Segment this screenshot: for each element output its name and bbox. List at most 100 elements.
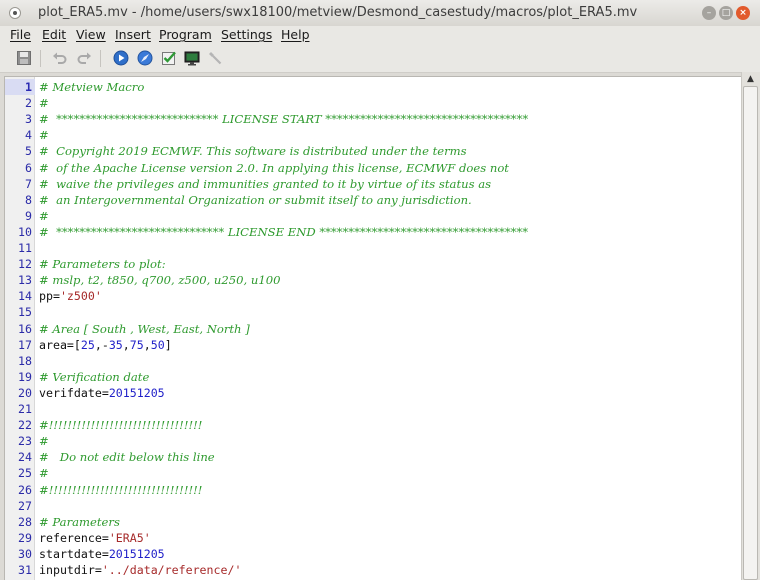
undo-icon[interactable] bbox=[52, 50, 68, 66]
code-line[interactable]: 2 # bbox=[5, 95, 741, 111]
menu-file[interactable]: File bbox=[10, 27, 31, 42]
line-number: 17 bbox=[18, 337, 32, 352]
code-line[interactable]: 8 # an Intergovernmental Organization or … bbox=[5, 192, 741, 208]
run-icon[interactable] bbox=[113, 50, 129, 66]
menu-help[interactable]: Help bbox=[281, 27, 310, 42]
code-token: # bbox=[39, 208, 49, 223]
code-line[interactable]: 7 # waive the privileges and immunities g… bbox=[5, 176, 741, 192]
code-text: startdate=20151205 bbox=[39, 546, 165, 562]
line-number: 22 bbox=[18, 418, 32, 433]
menu-view[interactable]: View bbox=[76, 27, 106, 42]
code-text: # bbox=[39, 95, 49, 111]
scrollbar-thumb[interactable] bbox=[743, 86, 758, 580]
code-token: ] bbox=[164, 337, 172, 352]
code-line[interactable]: 15 bbox=[5, 304, 741, 320]
code-line[interactable]: 12 # Parameters to plot: bbox=[5, 256, 741, 272]
code-line[interactable]: 18 bbox=[5, 353, 741, 369]
code-token: '../data/reference/' bbox=[101, 563, 242, 577]
code-text: # Parameters to plot: bbox=[39, 256, 166, 272]
compass-icon[interactable] bbox=[137, 50, 153, 66]
code-token: # an Intergovernmental Organization or s… bbox=[39, 192, 472, 207]
code-token: # bbox=[39, 128, 49, 143]
code-line[interactable]: 28 # Parameters bbox=[5, 514, 741, 530]
code-line[interactable]: 20 verifdate=20151205 bbox=[5, 385, 741, 401]
code-text: # bbox=[39, 208, 49, 224]
title-bar: plot_ERA5.mv - /home/users/swx18100/metv… bbox=[0, 0, 760, 27]
code-text: # waive the privileges and immunities gr… bbox=[39, 176, 491, 192]
code-line[interactable]: 30 startdate=20151205 bbox=[5, 546, 741, 562]
code-line[interactable]: 22 #!!!!!!!!!!!!!!!!!!!!!!!!!!!!!!!!! bbox=[5, 417, 741, 433]
code-token: # bbox=[39, 434, 49, 449]
redo-icon[interactable] bbox=[76, 50, 92, 66]
line-number: 4 bbox=[25, 128, 32, 143]
code-token: # bbox=[39, 466, 49, 481]
code-line[interactable]: 24 # Do not edit below this line bbox=[5, 449, 741, 465]
line-number: 6 bbox=[25, 160, 32, 175]
maximize-button[interactable]: □ bbox=[719, 6, 733, 20]
code-token: # Metview Macro bbox=[39, 80, 145, 94]
code-token: 20151205 bbox=[108, 385, 165, 400]
code-line[interactable]: 4 # bbox=[5, 127, 741, 143]
app-icon bbox=[9, 7, 21, 19]
code-token: inputdir= bbox=[39, 563, 102, 577]
menu-insert[interactable]: Insert bbox=[115, 27, 151, 42]
code-token: startdate= bbox=[39, 546, 109, 561]
line-number: 20 bbox=[18, 385, 32, 400]
code-line[interactable]: 29 reference='ERA5' bbox=[5, 530, 741, 546]
menu-program[interactable]: Program bbox=[159, 27, 212, 42]
monitor-icon[interactable] bbox=[184, 50, 200, 66]
close-button[interactable]: × bbox=[736, 6, 750, 20]
toolbar bbox=[0, 45, 760, 73]
code-line[interactable]: 9 # bbox=[5, 208, 741, 224]
code-text: # an Intergovernmental Organization or s… bbox=[39, 192, 472, 208]
scroll-up-arrow[interactable]: ▲ bbox=[745, 74, 756, 84]
code-token: 35 bbox=[108, 337, 123, 352]
line-number: 5 bbox=[25, 144, 32, 159]
code-line[interactable]: 26 #!!!!!!!!!!!!!!!!!!!!!!!!!!!!!!!!! bbox=[5, 482, 741, 498]
code-editor[interactable]: 1 # Metview Macro 2 #3 # *******************… bbox=[4, 76, 741, 580]
code-line[interactable]: 25 # bbox=[5, 465, 741, 481]
menu-settings[interactable]: Settings bbox=[221, 27, 272, 42]
code-line[interactable]: 5 # Copyright 2019 ECMWF. This software i… bbox=[5, 143, 741, 159]
code-line[interactable]: 11 bbox=[5, 240, 741, 256]
code-line[interactable]: 14 pp='z500' bbox=[5, 288, 741, 304]
code-line[interactable]: 3 # **************************** LICENSE … bbox=[5, 111, 741, 127]
window-title: plot_ERA5.mv - /home/users/swx18100/metv… bbox=[38, 5, 638, 20]
code-text: # Copyright 2019 ECMWF. This software is… bbox=[39, 143, 467, 159]
check-icon[interactable] bbox=[161, 50, 177, 66]
line-number: 3 bbox=[25, 112, 32, 127]
code-line[interactable]: 6 # of the Apache License version 2.0. In… bbox=[5, 160, 741, 176]
code-text: reference='ERA5' bbox=[39, 530, 151, 546]
line-number: 16 bbox=[18, 321, 32, 336]
toolbar-separator bbox=[40, 50, 41, 67]
line-number: 29 bbox=[18, 530, 32, 545]
code-line[interactable]: 23 # bbox=[5, 433, 741, 449]
line-number: 24 bbox=[18, 450, 32, 465]
code-token: reference= bbox=[39, 530, 109, 545]
code-line[interactable]: 27 bbox=[5, 498, 741, 514]
code-line[interactable]: 17 area=[25,-35,75,50] bbox=[5, 337, 741, 353]
line-number: 26 bbox=[18, 482, 32, 497]
code-line[interactable]: 13 # mslp, t2, t850, q700, z500, u250, u1… bbox=[5, 272, 741, 288]
code-text: # bbox=[39, 127, 49, 143]
line-number: 15 bbox=[18, 305, 32, 320]
code-text: pp='z500' bbox=[39, 288, 102, 304]
code-text: # bbox=[39, 465, 49, 481]
code-line[interactable]: 31 inputdir='../data/reference/' bbox=[5, 562, 741, 578]
code-line[interactable]: 21 bbox=[5, 401, 741, 417]
code-line[interactable]: 10 # ***************************** LICENS… bbox=[5, 224, 741, 240]
code-line[interactable]: 16 # Area [ South , West, East, North ] bbox=[5, 321, 741, 337]
code-line[interactable]: 19 # Verification date bbox=[5, 369, 741, 385]
menu-edit[interactable]: Edit bbox=[42, 27, 66, 42]
line-number: 21 bbox=[18, 402, 32, 416]
code-text: area=[25,-35,75,50] bbox=[39, 337, 172, 353]
code-token: , bbox=[122, 337, 130, 352]
code-token: # Verification date bbox=[39, 369, 150, 384]
code-line[interactable]: 1 # Metview Macro bbox=[5, 79, 741, 95]
minimize-button[interactable]: – bbox=[702, 6, 716, 20]
line-number: 10 bbox=[18, 224, 32, 239]
code-token: #!!!!!!!!!!!!!!!!!!!!!!!!!!!!!!!!! bbox=[39, 482, 203, 497]
tool-icon[interactable] bbox=[207, 50, 223, 66]
save-icon[interactable] bbox=[16, 50, 32, 66]
code-token: # ***************************** LICENSE … bbox=[39, 224, 529, 239]
